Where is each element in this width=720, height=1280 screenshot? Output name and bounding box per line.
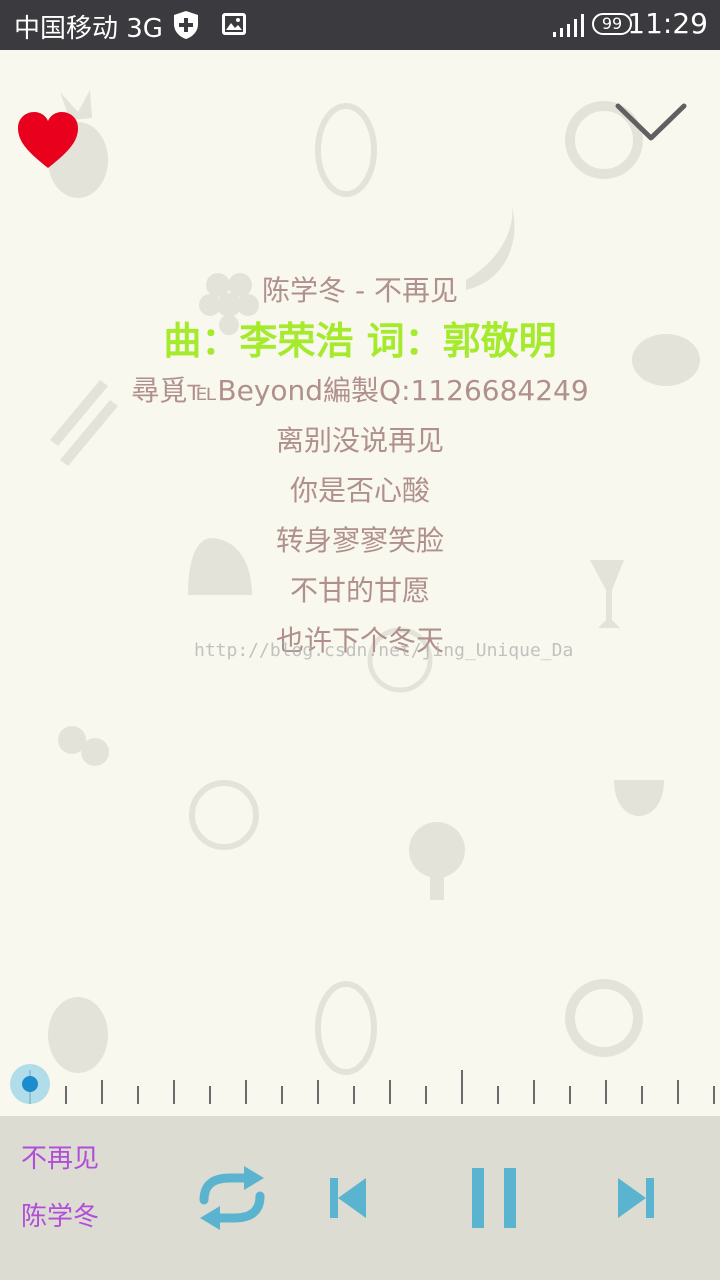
ruler-tick xyxy=(209,1086,211,1104)
shield-icon xyxy=(174,11,198,39)
ruler-tick xyxy=(281,1086,283,1104)
signal-icon xyxy=(553,14,584,37)
clock: 11:29 xyxy=(627,7,708,40)
playback-controls: 不再见 陈学冬 xyxy=(0,1116,720,1280)
status-bar: 中国移动 3G 99 11:29 xyxy=(0,0,720,50)
ruler-tick xyxy=(389,1080,391,1104)
ruler-tick xyxy=(65,1086,67,1104)
lyric-line: 转身寥寥笑脸 xyxy=(275,524,444,557)
ruler-tick xyxy=(713,1086,715,1104)
repeat-icon[interactable] xyxy=(190,1162,274,1234)
ruler-tick xyxy=(569,1086,571,1104)
ruler-tick xyxy=(425,1086,427,1104)
gallery-icon xyxy=(222,13,246,35)
ruler-tick xyxy=(677,1080,679,1104)
track-artist: 陈学冬 xyxy=(21,1202,100,1232)
ruler-tick xyxy=(137,1086,139,1104)
ruler-tick xyxy=(173,1080,175,1104)
ruler-tick xyxy=(317,1080,319,1104)
lyric-line: 离别没说再见 xyxy=(275,424,444,457)
ruler-tick xyxy=(461,1070,463,1104)
lyric-line: 你是否心酸 xyxy=(289,474,430,507)
favorite-heart-icon[interactable] xyxy=(16,110,80,170)
ruler-tick xyxy=(533,1080,535,1104)
chevron-down-icon[interactable] xyxy=(614,100,688,144)
ruler-tick xyxy=(641,1086,643,1104)
watermark: http://blog.csdn.net/jing_Unique_Da xyxy=(194,640,574,661)
ruler-tick xyxy=(353,1086,355,1104)
lyrics-panel: 陈学冬 - 不再见 曲：李荣浩 词：郭敬明 尋覓℡Beyond編製Q:11266… xyxy=(0,266,720,666)
pause-icon[interactable] xyxy=(470,1166,518,1230)
progress-slider[interactable] xyxy=(0,1060,720,1110)
previous-track-icon[interactable] xyxy=(328,1176,368,1220)
ruler-tick xyxy=(101,1080,103,1104)
lyric-line: 尋覓℡Beyond編製Q:1126684249 xyxy=(131,374,589,407)
ruler-tick xyxy=(497,1086,499,1104)
lyric-line: 陈学冬 - 不再见 xyxy=(262,274,458,307)
next-track-icon[interactable] xyxy=(616,1176,656,1220)
track-title: 不再见 xyxy=(21,1144,100,1174)
ruler-tick xyxy=(245,1080,247,1104)
carrier-label: 中国移动 3G xyxy=(14,14,163,44)
battery-icon: 99 xyxy=(592,13,632,35)
ruler-tick xyxy=(605,1080,607,1104)
lyric-line-current: 曲：李荣浩 词：郭敬明 xyxy=(163,319,557,363)
progress-knob[interactable] xyxy=(22,1076,38,1092)
lyric-line: 不甘的甘愿 xyxy=(289,574,430,607)
